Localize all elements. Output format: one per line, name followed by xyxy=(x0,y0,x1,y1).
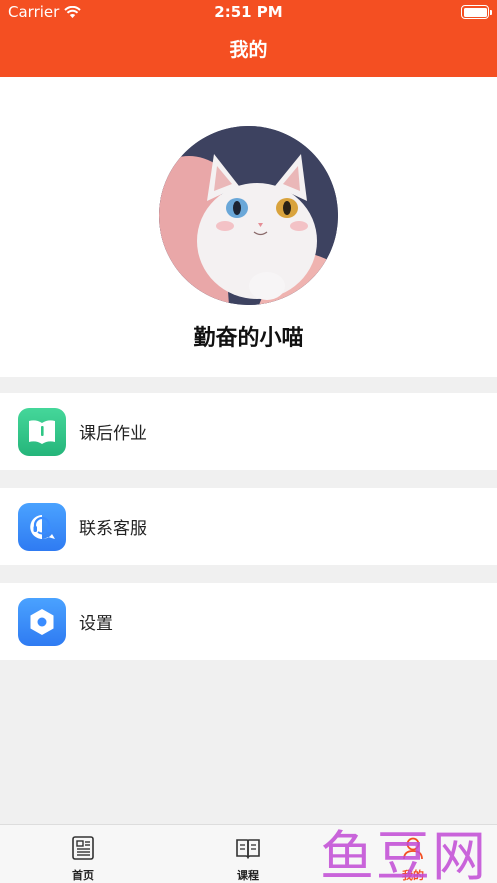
status-bar: Carrier 2:51 PM xyxy=(0,0,497,24)
book-icon xyxy=(18,407,66,456)
menu-item-homework[interactable]: 课后作业 xyxy=(0,393,497,470)
menu-item-customer-service[interactable]: 联系客服 xyxy=(0,488,497,565)
watermark: 鱼豆网 xyxy=(320,825,488,883)
menu-item-label: 课后作业 xyxy=(79,424,147,444)
status-time: 2:51 PM xyxy=(214,3,283,21)
headset-chat-icon xyxy=(18,502,66,551)
tab-label: 首页 xyxy=(72,869,94,882)
open-book-icon xyxy=(236,839,260,859)
hexagon-settings-icon xyxy=(18,597,66,646)
newspaper-icon xyxy=(72,836,94,860)
avatar[interactable] xyxy=(159,126,338,305)
menu-item-label: 设置 xyxy=(79,614,113,634)
profile-section: 勤奋的小喵 xyxy=(0,77,497,377)
menu-item-label: 联系客服 xyxy=(79,519,147,539)
tab-label: 课程 xyxy=(237,869,259,882)
menu-item-settings[interactable]: 设置 xyxy=(0,583,497,660)
tab-home[interactable]: 首页 xyxy=(23,825,143,883)
username: 勤奋的小喵 xyxy=(193,326,304,351)
battery-icon xyxy=(461,5,492,19)
page-title: 我的 xyxy=(0,24,497,77)
cat-avatar-image xyxy=(159,126,338,305)
tab-courses[interactable]: 课程 xyxy=(188,825,308,883)
